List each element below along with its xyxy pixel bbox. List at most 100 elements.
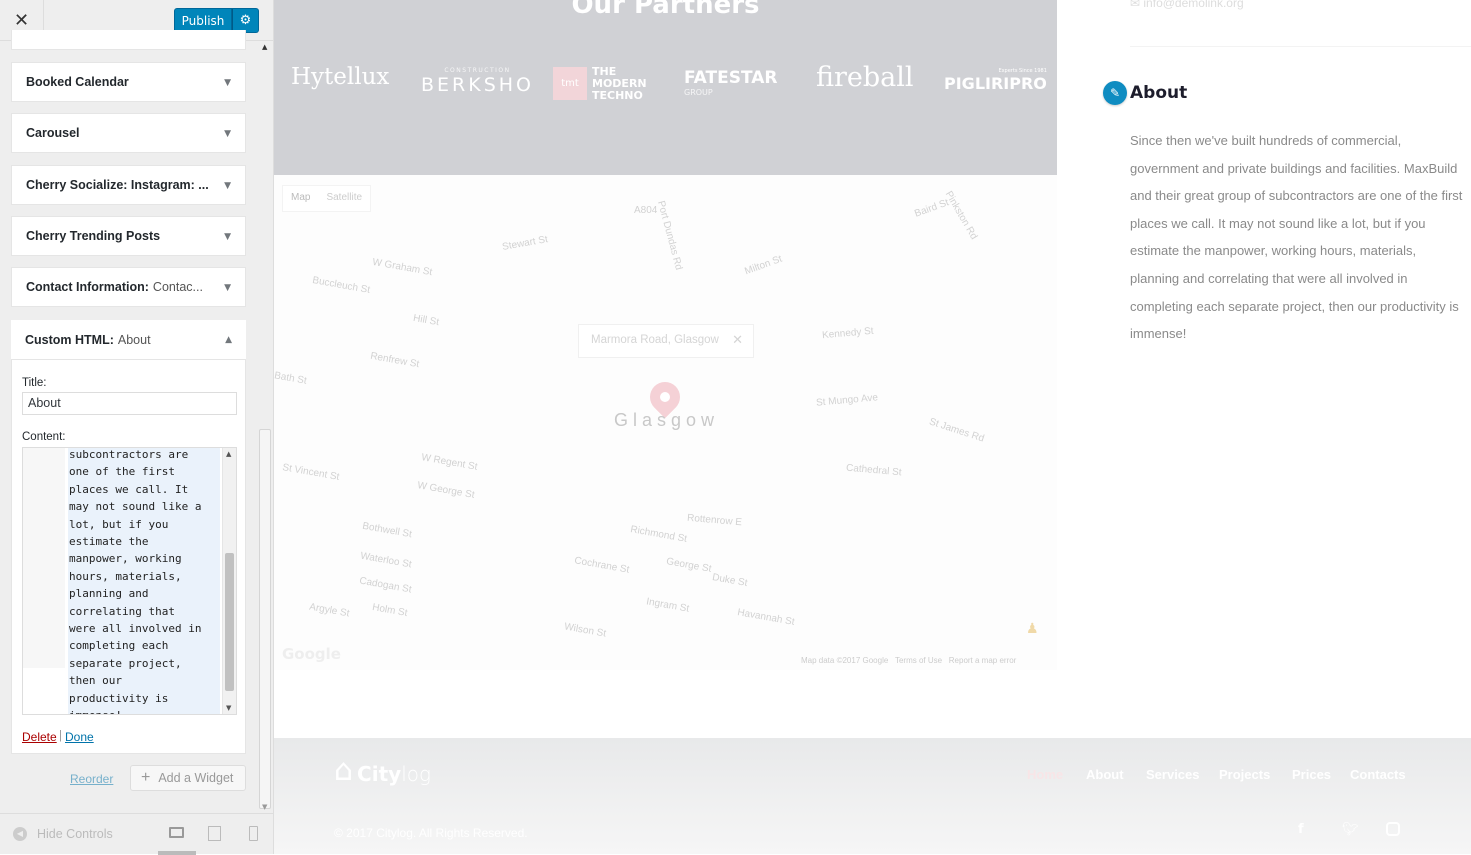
widget-cherry-trending[interactable]: Cherry Trending Posts ▼ xyxy=(11,216,246,256)
chevron-down-icon[interactable]: ▼ xyxy=(224,129,231,139)
widget-carousel[interactable]: Carousel ▼ xyxy=(11,113,246,153)
street-label: George St xyxy=(665,556,713,575)
map[interactable]: A804 Stewart St W Graham St Buccleuch St Hil… xyxy=(274,175,1057,670)
chevron-up-icon[interactable]: ▲ xyxy=(225,335,232,345)
widget-booked-calendar[interactable]: Booked Calendar ▼ xyxy=(11,62,246,102)
divider xyxy=(1130,46,1471,47)
twitter-icon[interactable]: 🐦︎ xyxy=(1342,822,1359,837)
widget-title: Cherry Socialize: Instagram: ... xyxy=(26,178,209,192)
street-label: Bothwell St xyxy=(361,520,413,541)
widget-cherry-socialize[interactable]: Cherry Socialize: Instagram: ... ▼ xyxy=(11,165,246,205)
widget-subtitle: Contac... xyxy=(152,280,203,294)
fatestar-name: FATESTAR xyxy=(684,68,778,88)
facebook-icon[interactable]: f xyxy=(1298,822,1304,837)
mobile-icon[interactable] xyxy=(249,826,258,841)
berksho-tagline: CONSTRUCTION xyxy=(444,67,511,74)
map-attribution: Map data ©2017 Google Terms of Use Repor… xyxy=(801,656,1016,665)
street-label: Buccleuch St xyxy=(311,275,371,296)
street-label: Baird St xyxy=(913,197,951,220)
widget-title: Custom HTML: xyxy=(25,332,114,347)
collapse-icon[interactable]: ◀ xyxy=(13,827,27,841)
street-label: Cadogan St xyxy=(358,575,413,596)
map-city-label: Glasgow xyxy=(614,410,720,430)
street-label: Renfrew St xyxy=(369,350,421,371)
copyright: © 2017 Citylog. All Rights Reserved. xyxy=(334,826,528,840)
street-label: Wilson St xyxy=(563,621,607,640)
widget-title: Carousel xyxy=(26,126,80,140)
close-icon[interactable]: ✕ xyxy=(732,332,743,348)
google-logo: Google xyxy=(282,645,341,663)
customizer-panel: ✕ Publish ⚙ Booked Calendar ▼ Carousel ▼ C… xyxy=(0,0,274,855)
scrollbar-thumb[interactable] xyxy=(259,429,271,809)
tablet-icon[interactable] xyxy=(208,826,221,841)
partner-logo-fatestar[interactable]: FATESTAR GROUP xyxy=(684,68,777,97)
widget-subtitle: About xyxy=(117,332,151,347)
instagram-icon[interactable] xyxy=(1386,822,1400,836)
partner-logo-fireball[interactable]: fireball xyxy=(816,62,914,93)
chevron-down-icon[interactable]: ▼ xyxy=(224,232,231,242)
widget-contact-info[interactable]: Contact Information: Contac... ▼ xyxy=(11,267,246,307)
widget-partial xyxy=(11,30,246,50)
content-text: subcontractors are one of the first plac… xyxy=(68,448,220,714)
street-label: Bath St xyxy=(274,370,308,387)
edit-shortcut-pencil-icon[interactable]: ✎ xyxy=(1103,81,1127,105)
panel-scrollbar[interactable]: ▲ ▼ xyxy=(258,41,272,813)
street-label: W Graham St xyxy=(371,256,434,279)
report-link[interactable]: Report a map error xyxy=(949,656,1017,665)
nav-contacts[interactable]: Contacts xyxy=(1350,767,1406,782)
street-label: Holm St xyxy=(371,601,409,620)
street-label: Cochrane St xyxy=(573,555,631,576)
street-label: Cathedral St xyxy=(845,462,902,479)
add-widget-button[interactable]: + Add a Widget xyxy=(130,765,246,791)
site-logo[interactable]: ⌂ City log xyxy=(334,756,431,787)
scrollbar-thumb[interactable] xyxy=(225,553,234,691)
content-textarea[interactable]: subcontractors are one of the first plac… xyxy=(22,447,237,715)
widget-custom-html: Custom HTML: About ▲ Title: About Content:… xyxy=(11,320,246,754)
done-link[interactable]: Done xyxy=(65,730,94,744)
street-label: W Regent St xyxy=(420,452,479,473)
street-label: Rottenrow E xyxy=(686,512,743,529)
terms-link[interactable]: Terms of Use xyxy=(895,656,942,665)
partner-logo-modern-techno[interactable]: THE MODERN TECHNO xyxy=(592,66,654,102)
reorder-link[interactable]: Reorder xyxy=(70,772,113,786)
chevron-down-icon[interactable]: ▼ xyxy=(224,78,231,88)
widget-title: Booked Calendar xyxy=(26,75,129,89)
street-label: Ingram St xyxy=(645,596,690,615)
widget-title: Cherry Trending Posts xyxy=(26,229,161,243)
pegman-icon[interactable]: ♟ xyxy=(1026,621,1044,643)
title-input[interactable]: About xyxy=(22,392,237,415)
fatestar-tagline: GROUP xyxy=(684,88,713,97)
map-type-satellite[interactable]: Satellite xyxy=(318,186,370,211)
hide-controls-button[interactable]: Hide Controls xyxy=(37,827,113,841)
delete-link[interactable]: Delete xyxy=(22,730,57,744)
map-type-control: Map Satellite xyxy=(282,185,372,212)
active-device-indicator xyxy=(158,851,196,855)
logo-bold: City xyxy=(357,762,402,786)
about-text: Since then we've built hundreds of comme… xyxy=(1130,133,1463,342)
site-footer: ⌂ City log Home About Services Projects Pr… xyxy=(274,738,1471,854)
separator: | xyxy=(59,730,62,742)
attribution-text: Map data ©2017 Google xyxy=(801,656,889,665)
partner-logo-berksho[interactable]: CONSTRUCTION BERKSHO xyxy=(421,67,534,96)
email-text: info@demolink.org xyxy=(1143,0,1244,10)
widget-title: Contact Information: xyxy=(26,280,149,294)
nav-about[interactable]: About xyxy=(1086,767,1124,782)
nav-prices[interactable]: Prices xyxy=(1292,767,1331,782)
chevron-down-icon[interactable]: ▼ xyxy=(224,283,231,293)
contact-email[interactable]: ✉ info@demolink.org xyxy=(1130,0,1244,10)
desktop-icon[interactable] xyxy=(169,827,184,838)
street-label: Duke St xyxy=(711,571,749,590)
partner-logo-hytellux[interactable]: Hytellux xyxy=(291,64,389,90)
nav-services[interactable]: Services xyxy=(1146,767,1200,782)
customizer-footer: ◀ Hide Controls xyxy=(0,813,273,855)
chevron-down-icon[interactable]: ▼ xyxy=(224,181,231,191)
nav-home[interactable]: Home xyxy=(1027,767,1063,782)
widget-header[interactable]: Custom HTML: About ▲ xyxy=(11,320,246,360)
textarea-scrollbar[interactable]: ▲ ▼ xyxy=(222,448,236,714)
map-type-map[interactable]: Map xyxy=(283,186,318,211)
tmt-logo-mark: tmt xyxy=(553,67,587,100)
nav-projects[interactable]: Projects xyxy=(1219,767,1270,782)
partner-logo-pigliripro[interactable]: Experts Since 1981 PIGLIRIPRO xyxy=(944,68,1047,93)
mail-icon: ✉ xyxy=(1130,0,1144,10)
street-label: Kennedy St xyxy=(821,325,875,342)
